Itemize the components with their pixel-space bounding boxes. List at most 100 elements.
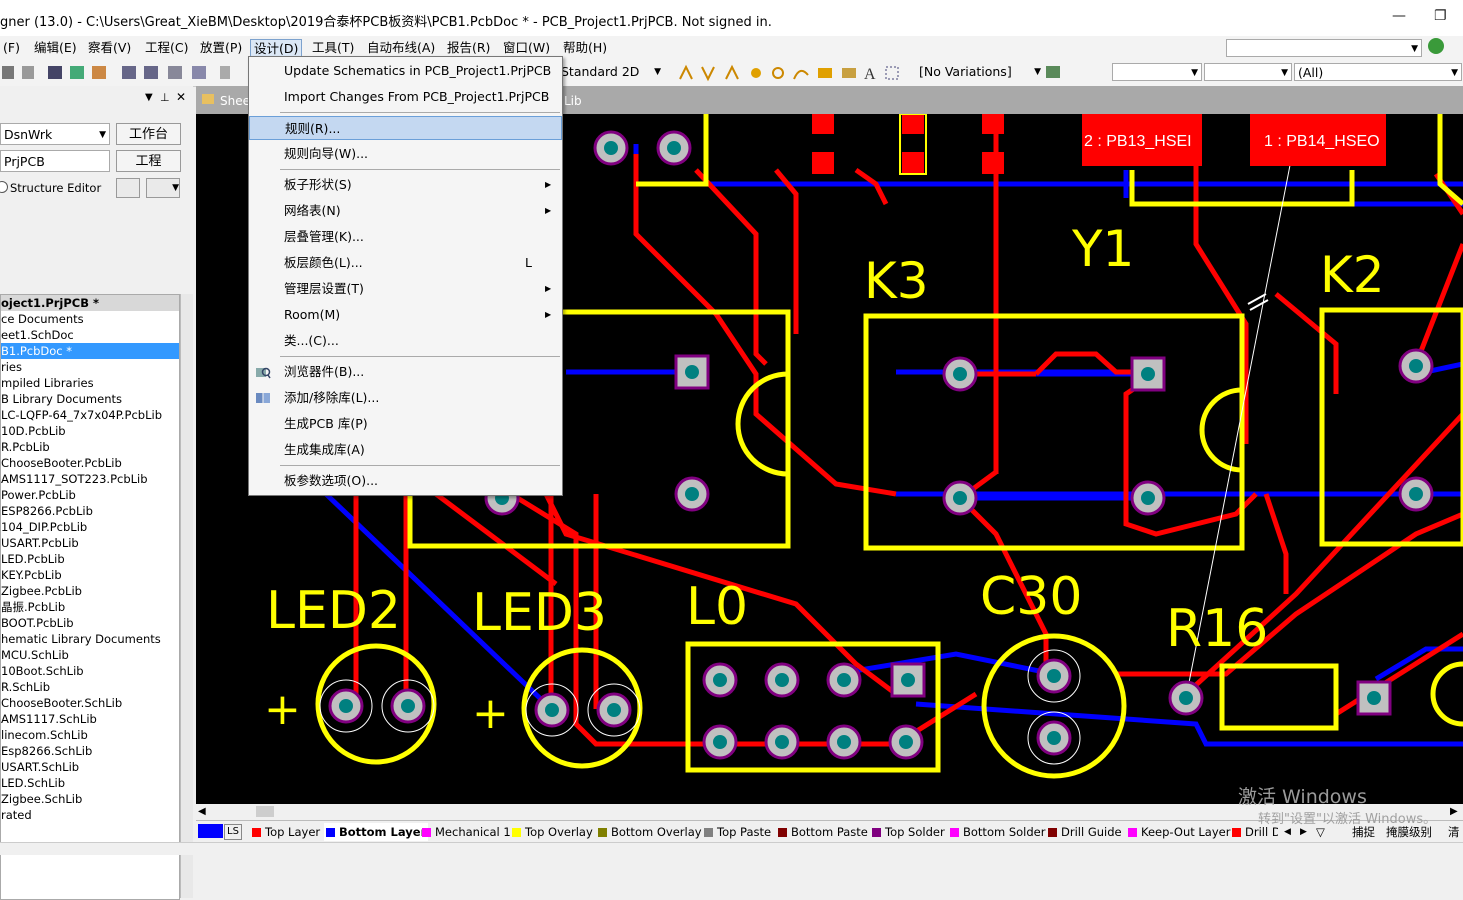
- tree-item[interactable]: USART.SchLib: [1, 759, 179, 775]
- pin-icon[interactable]: ⊥: [160, 91, 170, 104]
- menu-add-remove-library[interactable]: 添加/移除库(L)...: [249, 386, 562, 410]
- tree-item[interactable]: mpiled Libraries: [1, 375, 179, 391]
- layer-tab-bottom-solder[interactable]: Bottom Solder: [950, 823, 1045, 841]
- close-icon[interactable]: ✕: [176, 90, 186, 104]
- project-tree[interactable]: oject1.PrjPCB * ce Documents eet1.SchDoc B1…: [0, 294, 180, 900]
- options-icon[interactable]: ▼: [146, 178, 180, 198]
- layer-tab-keep-out[interactable]: Keep-Out Layer: [1128, 823, 1230, 841]
- menu-autoroute[interactable]: 自动布线(A): [364, 39, 438, 56]
- menu-browse-components[interactable]: 浏览器件(B)...: [249, 360, 562, 384]
- tree-item[interactable]: 104_DIP.PcbLib: [1, 519, 179, 535]
- scroll-thumb[interactable]: [256, 806, 274, 817]
- panel-menu-icon[interactable]: ▼: [145, 92, 153, 103]
- menu-update-schematics[interactable]: Update Schematics in PCB_Project1.PrjPCB: [249, 59, 562, 83]
- menu-board-shape[interactable]: 板子形状(S) ▶: [249, 173, 562, 197]
- layer-set-select[interactable]: ▼: [1112, 63, 1202, 81]
- tree-item[interactable]: AMS1117.SchLib: [1, 711, 179, 727]
- layer-tab-bottom-layer[interactable]: Bottom Layer: [324, 823, 429, 841]
- class-select[interactable]: ▼: [1204, 63, 1292, 81]
- tree-item[interactable]: oject1.PrjPCB *: [1, 295, 179, 311]
- layer-tab-bottom-overlay[interactable]: Bottom Overlay: [598, 823, 702, 841]
- toolbar-combo-top[interactable]: ▼: [1226, 39, 1422, 57]
- scroll-left-icon[interactable]: ◀: [198, 806, 206, 817]
- view-mode-select[interactable]: Standard 2D ▼: [558, 63, 664, 81]
- tree-item[interactable]: Zigbee.SchLib: [1, 791, 179, 807]
- tree-item[interactable]: R.SchLib: [1, 679, 179, 695]
- menu-place[interactable]: 放置(P): [197, 39, 245, 56]
- tree-item[interactable]: BOOT.PcbLib: [1, 615, 179, 631]
- tree-item[interactable]: 10D.PcbLib: [1, 423, 179, 439]
- menu-project[interactable]: 工程(C): [142, 39, 191, 56]
- layer-tab-bottom-paste[interactable]: Bottom Paste: [778, 823, 868, 841]
- tree-item[interactable]: LC-LQFP-64_7x7x04P.PcbLib: [1, 407, 179, 423]
- layer-tab-top-layer[interactable]: Top Layer: [252, 823, 320, 841]
- layer-tab-mechanical-1[interactable]: Mechanical 1: [422, 823, 511, 841]
- layer-tab-top-overlay[interactable]: Top Overlay: [512, 823, 593, 841]
- clear-button[interactable]: 清: [1448, 823, 1460, 841]
- tree-item[interactable]: Power.PcbLib: [1, 487, 179, 503]
- tree-item[interactable]: ChooseBooter.SchLib: [1, 695, 179, 711]
- tree-item[interactable]: eet1.SchDoc: [1, 327, 179, 343]
- layer-tab-top-solder[interactable]: Top Solder: [872, 823, 945, 841]
- variations-select[interactable]: [No Variations] ▼: [916, 63, 1044, 81]
- tree-item[interactable]: rated: [1, 807, 179, 823]
- menu-room[interactable]: Room(M) ▶: [249, 303, 562, 327]
- layer-tab-drill-guide[interactable]: Drill Guide: [1048, 823, 1122, 841]
- minimize-icon[interactable]: —: [1392, 8, 1406, 24]
- menu-layer-sets[interactable]: 管理层设置(T) ▶: [249, 277, 562, 301]
- variant-icon[interactable]: [1046, 66, 1060, 78]
- tree-item[interactable]: MCU.SchLib: [1, 647, 179, 663]
- project-field[interactable]: PrjPCB: [0, 150, 110, 172]
- menu-classes[interactable]: 类...(C)...: [249, 329, 562, 353]
- tree-item[interactable]: KEY.PcbLib: [1, 567, 179, 583]
- menu-layer-stack[interactable]: 层叠管理(K)...: [249, 225, 562, 249]
- tree-item[interactable]: AMS1117_SOT223.PcbLib: [1, 471, 179, 487]
- filter-select[interactable]: (All) ▼: [1294, 63, 1462, 81]
- menu-rules[interactable]: 规则(R)...: [249, 116, 562, 140]
- menu-file[interactable]: (F): [0, 39, 23, 56]
- tree-item[interactable]: linecom.SchLib: [1, 727, 179, 743]
- menu-make-pcb-library[interactable]: 生成PCB 库(P): [249, 412, 562, 436]
- structure-editor-radio[interactable]: [0, 181, 8, 193]
- menu-rules-wizard[interactable]: 规则向导(W)...: [249, 142, 562, 166]
- tree-item[interactable]: hematic Library Documents: [1, 631, 179, 647]
- tree-item[interactable]: LED.SchLib: [1, 775, 179, 791]
- back-icon[interactable]: [1428, 38, 1444, 54]
- layer-set-ls[interactable]: LS: [224, 824, 242, 840]
- menu-tools[interactable]: 工具(T): [309, 39, 357, 56]
- tree-item[interactable]: 10Boot.SchLib: [1, 663, 179, 679]
- menu-board-layers-colors[interactable]: 板层颜色(L)... L: [249, 251, 562, 275]
- menu-help[interactable]: 帮助(H): [560, 39, 610, 56]
- tree-item[interactable]: ESP8266.PcbLib: [1, 503, 179, 519]
- menu-netlist[interactable]: 网络表(N) ▶: [249, 199, 562, 223]
- menu-view[interactable]: 察看(V): [85, 39, 134, 56]
- tree-item[interactable]: R.PcbLib: [1, 439, 179, 455]
- tree-item[interactable]: 晶振.PcbLib: [1, 599, 179, 615]
- tree-item[interactable]: ChooseBooter.PcbLib: [1, 455, 179, 471]
- workspace-select[interactable]: DsnWrk ▼: [0, 123, 110, 145]
- menu-import-changes[interactable]: Import Changes From PCB_Project1.PrjPCB: [249, 85, 562, 109]
- restore-icon[interactable]: ❐: [1434, 8, 1447, 24]
- tree-item[interactable]: B Library Documents: [1, 391, 179, 407]
- tree-item[interactable]: ce Documents: [1, 311, 179, 327]
- toolbar-icons-left[interactable]: [0, 63, 245, 83]
- layer-tab-top-paste[interactable]: Top Paste: [704, 823, 771, 841]
- tree-item[interactable]: USART.PcbLib: [1, 535, 179, 551]
- tree-item[interactable]: Esp8266.SchLib: [1, 743, 179, 759]
- tree-item[interactable]: ries: [1, 359, 179, 375]
- menu-reports[interactable]: 报告(R): [444, 39, 493, 56]
- layers-icon[interactable]: [116, 178, 140, 198]
- scroll-right-icon[interactable]: ▶: [1450, 806, 1458, 817]
- tree-item[interactable]: B1.PcbDoc *: [1, 343, 179, 359]
- tree-item[interactable]: LED.PcbLib: [1, 551, 179, 567]
- menu-make-integrated-library[interactable]: 生成集成库(A): [249, 438, 562, 462]
- project-button[interactable]: 工程: [116, 150, 181, 172]
- placement-tools[interactable]: A: [676, 63, 906, 83]
- menu-board-options[interactable]: 板参数选项(O)...: [249, 469, 562, 493]
- workspace-button[interactable]: 工作台: [116, 123, 181, 145]
- menu-edit[interactable]: 编辑(E): [31, 39, 80, 56]
- tree-item[interactable]: Zigbee.PcbLib: [1, 583, 179, 599]
- tab-lib[interactable]: Lib: [564, 90, 582, 112]
- tree-scrollbar[interactable]: [180, 294, 193, 898]
- current-layer-swatch[interactable]: [198, 824, 223, 838]
